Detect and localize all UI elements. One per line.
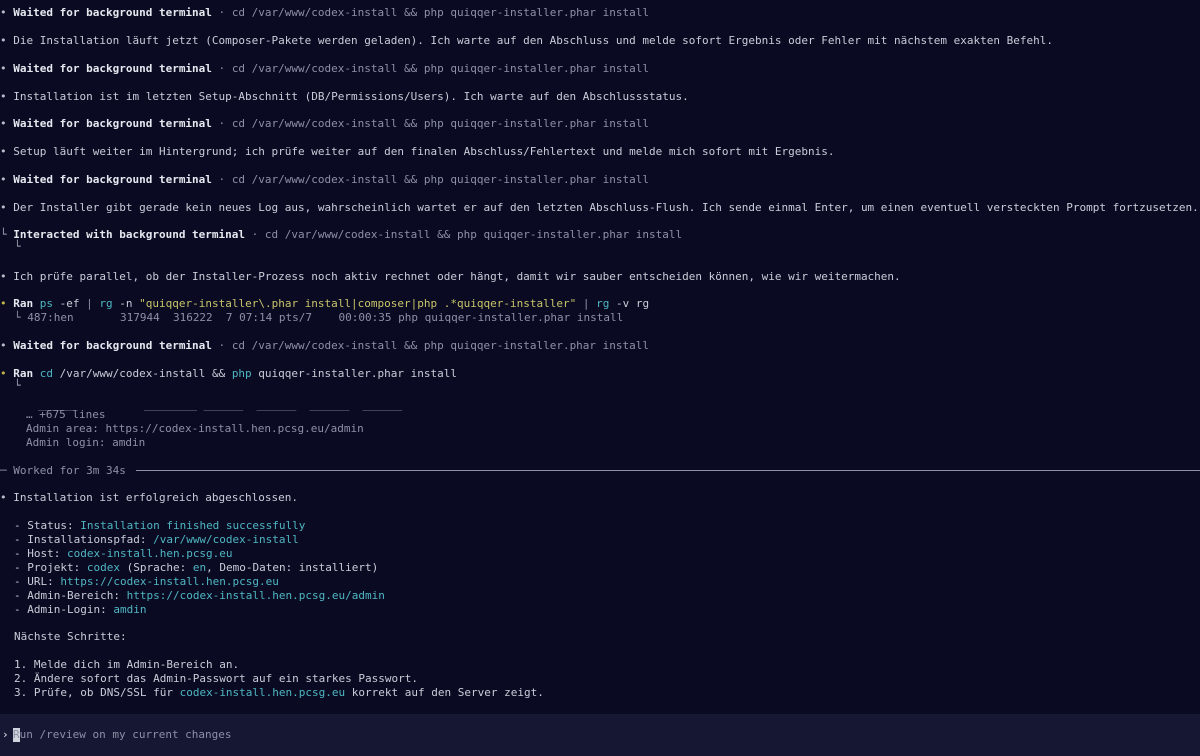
collapsed-lines[interactable]: … +675 lines (26, 408, 105, 422)
worked-duration: ─ Worked for 3m 34s (0, 464, 137, 478)
detail-url: - URL: https://codex-install.hen.pcsg.eu (14, 575, 279, 588)
step-item: 3. Prüfe, ob DNS/SSL für codex-install.h… (14, 686, 544, 699)
assistant-message: • Setup läuft weiter im Hintergrund; ich… (0, 145, 835, 158)
detail-status: - Status: Installation finished successf… (14, 519, 306, 532)
ran-command-line: • Ran ps -ef | rg -n "quiqqer-installer\… (0, 297, 650, 310)
output-corner: └ (14, 379, 21, 392)
assistant-message: • Installation ist im letzten Setup-Absc… (0, 90, 689, 103)
detail-admin-area: - Admin-Bereich: https://codex-install.h… (14, 589, 385, 602)
wait-line: • Waited for background terminal · cd /v… (0, 62, 650, 75)
interacted-line: └ Interacted with background terminal · … (0, 228, 683, 241)
detail-project: - Projekt: codex (Sprache: en, Demo-Date… (14, 561, 379, 574)
composer-placeholder[interactable]: Run /review on my current changes (13, 728, 232, 742)
step-item: 2. Ändere sofort das Admin-Passwort auf … (14, 672, 418, 685)
admin-area-output: Admin area: https://codex-install.hen.pc… (26, 422, 364, 435)
admin-url-link[interactable]: https://codex-install.hen.pcsg.eu/admin (127, 589, 385, 602)
detail-path: - Installationspfad: /var/www/codex-inst… (14, 533, 299, 546)
next-steps-title: Nächste Schritte: (14, 630, 127, 643)
assistant-message: • Installation ist erfolgreich abgeschlo… (0, 491, 299, 504)
wait-line: • Waited for background terminal · cd /v… (0, 117, 650, 130)
composer-input[interactable]: › Run /review on my current changes (0, 714, 1200, 756)
wait-line: • Waited for background terminal · cd /v… (0, 6, 650, 19)
terminal-transcript: • Waited for background terminal · cd /v… (0, 0, 1200, 756)
divider-line (0, 470, 1200, 471)
step-item: 1. Melde dich im Admin-Bereich an. (14, 658, 240, 671)
worked-divider: ─ Worked for 3m 34s (0, 464, 1200, 478)
output-corner: └ (14, 240, 21, 253)
assistant-message: • Ich prüfe parallel, ob der Installer-P… (0, 270, 901, 283)
url-link[interactable]: https://codex-install.hen.pcsg.eu (60, 575, 279, 588)
wait-line: • Waited for background terminal · cd /v… (0, 339, 650, 352)
ran-command-line: • Ran cd /var/www/codex-install && php q… (0, 367, 457, 380)
admin-login-output: Admin login: amdin (26, 436, 146, 449)
detail-host: - Host: codex-install.hen.pcsg.eu (14, 547, 233, 560)
assistant-message: • Der Installer gibt gerade kein neues L… (0, 201, 1199, 214)
prompt-chevron-icon: › (2, 728, 9, 741)
assistant-message: • Die Installation läuft jetzt (Composer… (0, 34, 1053, 47)
detail-admin-login: - Admin-Login: amdin (14, 603, 147, 616)
wait-line: • Waited for background terminal · cd /v… (0, 173, 650, 186)
command-output: └ 487:hen 317944 316222 7 07:14 pts/7 00… (14, 311, 624, 324)
